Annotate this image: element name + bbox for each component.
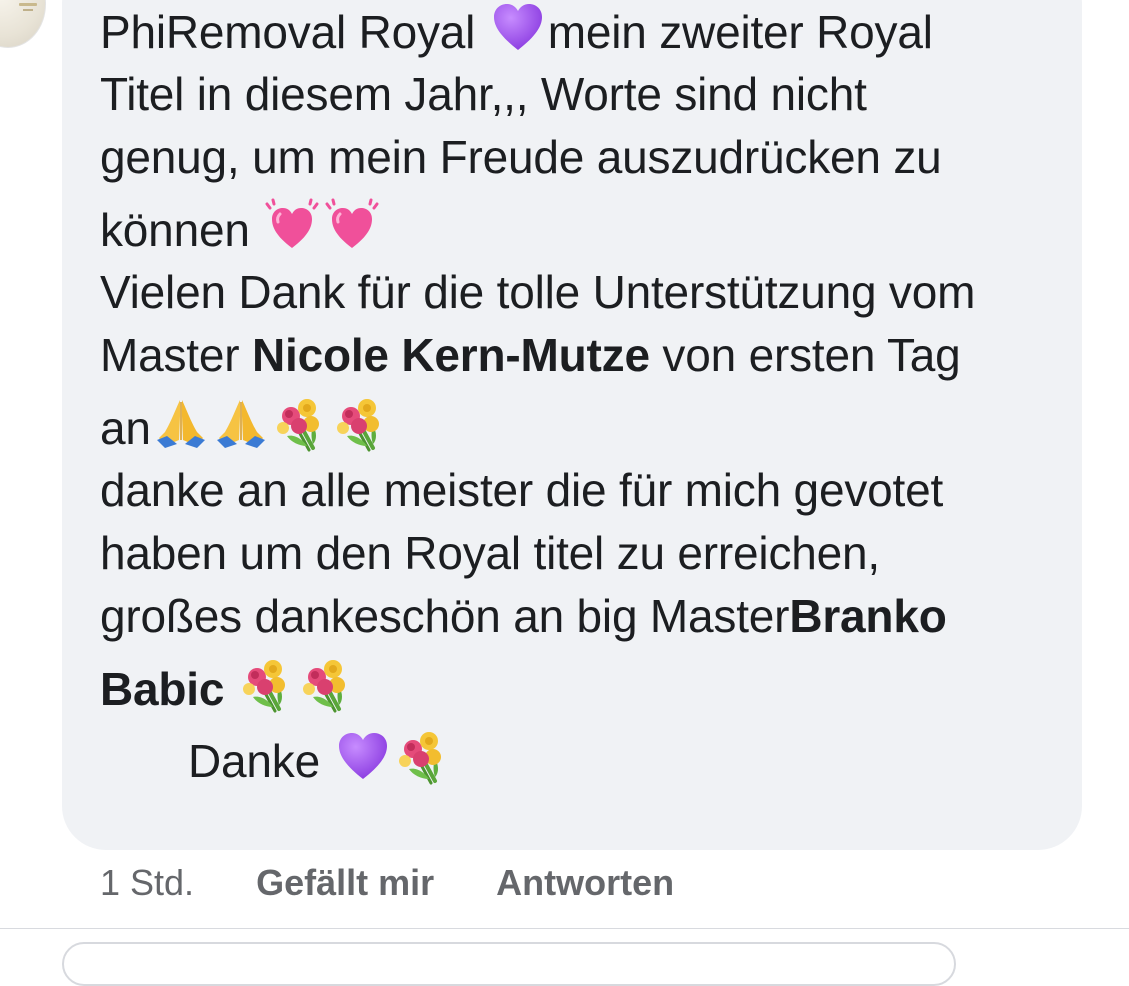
comment-line: Babic bbox=[100, 648, 1070, 720]
comment-line: PhiRemoval Royal mein zweiter Royal bbox=[100, 0, 1070, 63]
bouquet-icon bbox=[273, 396, 329, 452]
comment-line: können bbox=[100, 189, 1070, 261]
bouquet-icon bbox=[395, 729, 451, 785]
bouquet-icon bbox=[333, 396, 389, 452]
folded-hands-icon bbox=[153, 396, 209, 452]
next-comment-field[interactable] bbox=[62, 942, 956, 986]
comment-line: an bbox=[100, 387, 1070, 459]
comment-line: danke an alle meister die für mich gevot… bbox=[100, 459, 1070, 522]
beating-heart-icon bbox=[324, 198, 380, 254]
comment-text-segment: mein zweiter Royal bbox=[547, 6, 933, 58]
comment-line: großes dankeschön an big MasterBranko bbox=[100, 585, 1070, 648]
comment-text-segment: Master bbox=[100, 329, 252, 381]
comment-text-segment: an bbox=[100, 402, 151, 454]
comment-actions: 1 Std. Gefällt mir Antworten bbox=[100, 858, 726, 908]
comment-line: Danke bbox=[100, 720, 1070, 792]
reply-button[interactable]: Antworten bbox=[496, 858, 674, 908]
divider bbox=[0, 928, 1129, 929]
beating-heart-icon bbox=[264, 198, 320, 254]
bouquet-icon bbox=[299, 657, 355, 713]
mention-link[interactable]: Nicole Kern-Mutze bbox=[252, 329, 650, 381]
comment-line: genug, um mein Freude auszudrücken zu bbox=[100, 126, 1070, 189]
comment-text-segment: von ersten Tag bbox=[649, 329, 961, 381]
avatar-logo-mark-secondary bbox=[23, 9, 33, 11]
like-button[interactable]: Gefällt mir bbox=[256, 858, 434, 908]
comment-line: Titel in diesem Jahr,,, Worte sind nicht bbox=[100, 63, 1070, 126]
comment-text-segment: Vielen Dank für die tolle Unterstützung … bbox=[100, 266, 976, 318]
comment-text-segment: großes dankeschön an big Master bbox=[100, 590, 790, 642]
mention-link[interactable]: Branko bbox=[789, 590, 946, 642]
purple-heart-icon bbox=[335, 729, 391, 785]
comment-text-segment: Titel in diesem Jahr,,, Worte sind nicht bbox=[100, 68, 867, 120]
folded-hands-icon bbox=[213, 396, 269, 452]
commenter-avatar[interactable] bbox=[0, 0, 46, 48]
comment-text-segment: genug, um mein Freude auszudrücken zu bbox=[100, 131, 942, 183]
comment-text: PhiRemoval Royal mein zweiter Royal Titel… bbox=[100, 0, 1070, 792]
avatar-logo-mark bbox=[19, 3, 37, 6]
comment-line: Master Nicole Kern-Mutze von ersten Tag bbox=[100, 324, 1070, 387]
purple-heart-icon bbox=[490, 0, 546, 56]
comment-text-segment: PhiRemoval Royal bbox=[100, 6, 488, 58]
comment-text-segment: können bbox=[100, 204, 263, 256]
comment-text-segment: haben um den Royal titel zu erreichen, bbox=[100, 527, 880, 579]
comment-text-segment: Danke bbox=[188, 735, 333, 787]
bouquet-icon bbox=[239, 657, 295, 713]
comment-text-segment bbox=[224, 663, 237, 715]
comment-line: haben um den Royal titel zu erreichen, bbox=[100, 522, 1070, 585]
comment-timestamp[interactable]: 1 Std. bbox=[100, 858, 194, 908]
comment-text-segment: danke an alle meister die für mich gevot… bbox=[100, 464, 944, 516]
comment-line: Vielen Dank für die tolle Unterstützung … bbox=[100, 261, 1070, 324]
mention-link[interactable]: Babic bbox=[100, 663, 224, 715]
